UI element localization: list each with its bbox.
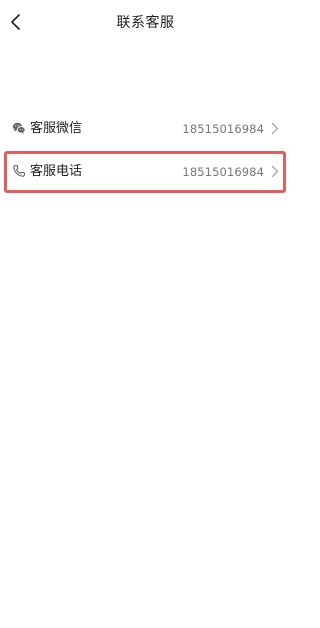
phone-contact-label: 客服电话: [30, 164, 83, 179]
contact-support-page: 联系客服 客服微信 18515016984 客服电话 18515016984: [0, 0, 291, 628]
wechat-contact-label: 客服微信: [30, 121, 83, 136]
phone-icon: [13, 165, 25, 177]
wechat-icon: [12, 122, 26, 134]
wechat-contact-row[interactable]: 客服微信 18515016984: [4, 108, 286, 150]
phone-contact-row[interactable]: 客服电话 18515016984: [4, 151, 286, 193]
wechat-contact-value: 18515016984: [182, 122, 264, 136]
chevron-right-icon: [271, 165, 279, 178]
chevron-right-icon: [271, 122, 279, 135]
navigation-bar: 联系客服: [0, 0, 291, 46]
page-title: 联系客服: [116, 15, 175, 31]
phone-contact-value: 18515016984: [182, 165, 264, 179]
